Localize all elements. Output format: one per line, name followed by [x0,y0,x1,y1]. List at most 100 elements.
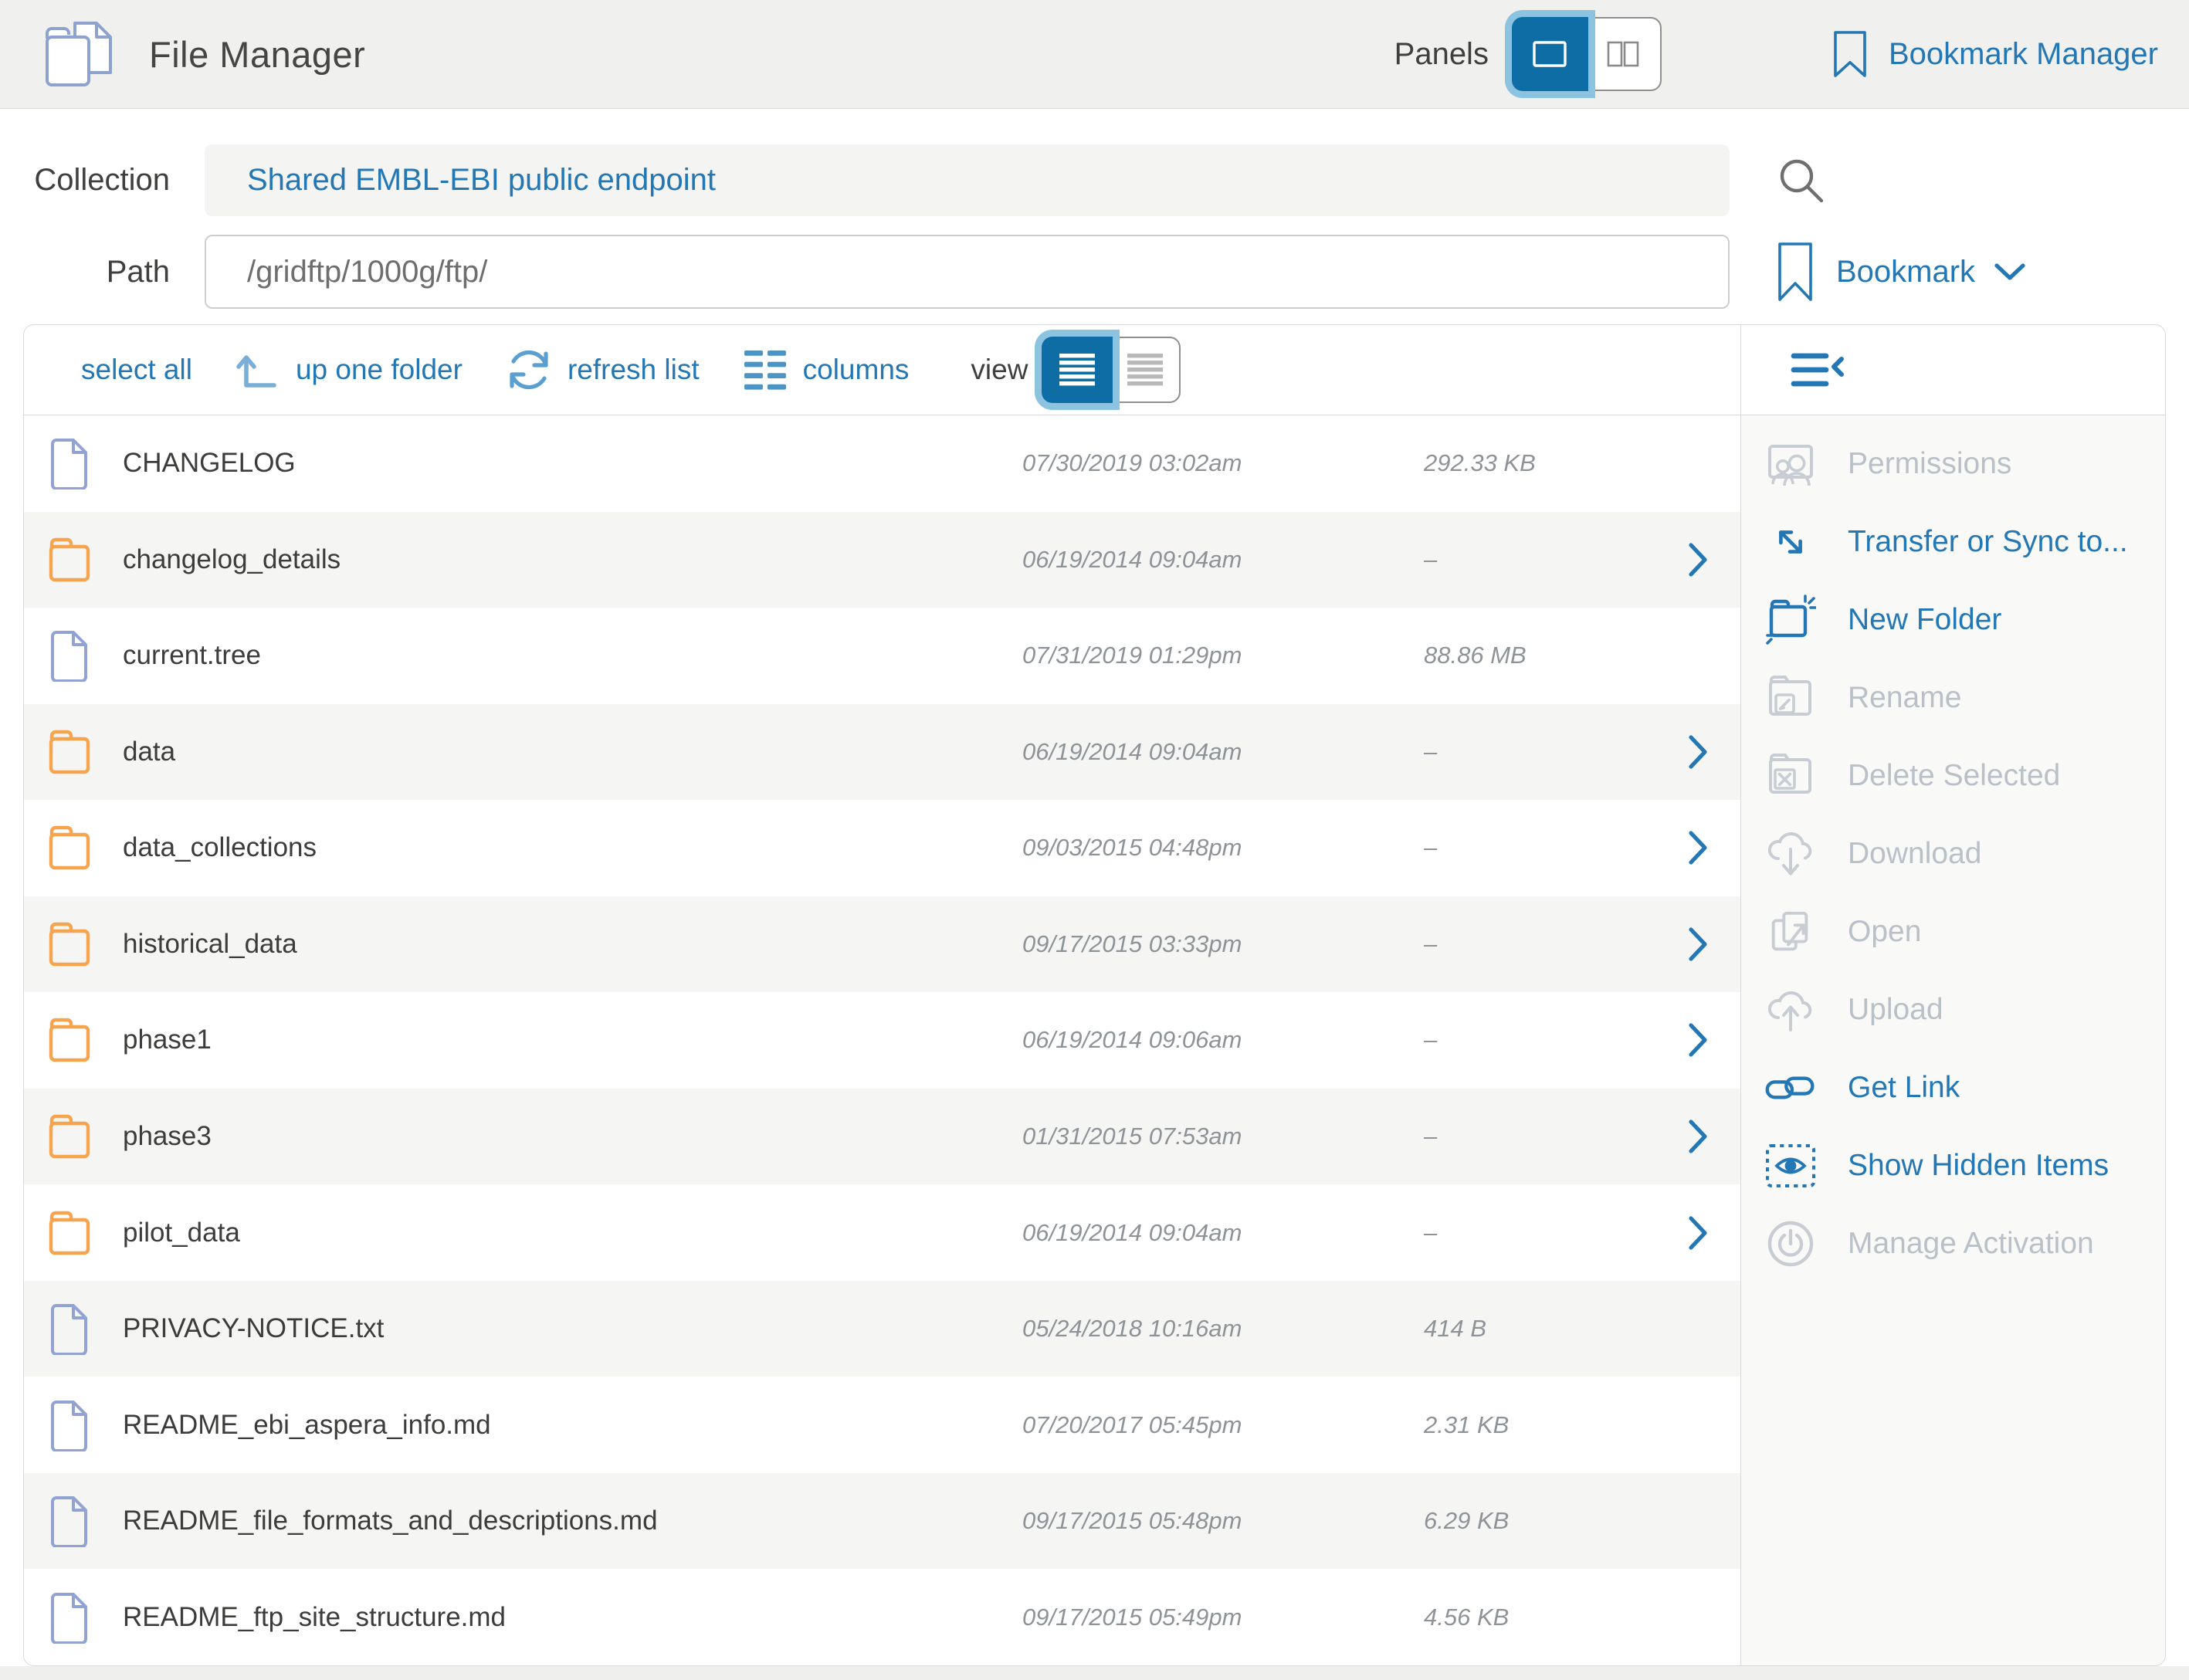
sidebar-item-new-folder[interactable]: New Folder [1741,581,2165,659]
table-row[interactable]: CHANGELOG 07/30/2019 03:02am 292.33 KB [24,415,1740,512]
bookmark-button[interactable]: Bookmark [1776,241,2026,303]
file-size: – [1424,546,1686,574]
file-name: data [123,737,1022,767]
sidebar-item-transfer-or-sync-to[interactable]: Transfer or Sync to... [1741,503,2165,581]
file-modified-date: 09/17/2015 03:33pm [1022,930,1424,958]
chevron-right-icon[interactable] [1686,828,1717,867]
refresh-icon [504,345,554,395]
action-sidebar: Permissions Transfer or Sync to... New F… [1740,415,2165,1665]
file-name: CHANGELOG [123,448,1022,479]
single-panel-button[interactable] [1512,17,1588,91]
table-row[interactable]: README_file_formats_and_descriptions.md … [24,1473,1740,1570]
sidebar-item-delete-selected: Delete Selected [1741,737,2165,815]
chevron-down-icon [1994,262,2026,282]
file-modified-date: 09/17/2015 05:49pm [1022,1604,1424,1631]
file-size: – [1424,1219,1686,1247]
page-title: File Manager [149,33,365,76]
transfer-icon [1764,516,1817,568]
chevron-right-icon[interactable] [1686,1117,1717,1156]
path-input[interactable] [205,235,1730,309]
up-one-folder-button[interactable]: up one folder [234,348,463,391]
file-name: pilot_data [123,1218,1022,1248]
chevron-right-icon[interactable] [1686,540,1717,579]
condensed-view-button[interactable] [1111,338,1179,401]
list-toolbar: select all up one folder refresh list co… [24,325,1740,415]
folder-icon [47,1209,92,1257]
file-name: README_file_formats_and_descriptions.md [123,1506,1022,1536]
search-icon[interactable] [1776,155,1827,206]
manage-activation-icon [1764,1218,1817,1270]
chevron-right-icon[interactable] [1686,1021,1717,1059]
table-row[interactable]: historical_data 09/17/2015 03:33pm – [24,896,1740,993]
columns-button[interactable]: columns [741,347,910,392]
table-row[interactable]: phase1 06/19/2014 09:06am – [24,992,1740,1089]
bookmark-icon [1776,241,1815,303]
permissions-icon [1764,438,1817,490]
sidebar-item-show-hidden-items[interactable]: Show Hidden Items [1741,1126,2165,1204]
file-modified-date: 07/20/2017 05:45pm [1022,1411,1424,1439]
file-name: current.tree [123,640,1022,671]
file-modified-date: 07/31/2019 01:29pm [1022,642,1424,669]
folder-icon [47,536,92,584]
dual-panel-button[interactable] [1587,19,1660,90]
table-row[interactable]: data 06/19/2014 09:04am – [24,704,1740,801]
up-folder-icon [234,348,282,391]
sidebar-item-download: Download [1741,815,2165,892]
select-all-button[interactable]: select all [81,354,192,386]
table-row[interactable]: README_ftp_site_structure.md 09/17/2015 … [24,1569,1740,1665]
refresh-list-button[interactable]: refresh list [504,345,700,395]
bookmark-manager-link[interactable]: Bookmark Manager [1832,29,2158,79]
file-icon [47,629,92,682]
table-row[interactable]: changelog_details 06/19/2014 09:04am – [24,512,1740,608]
file-icon [47,1302,92,1355]
file-size: – [1424,1123,1686,1150]
path-label: Path [0,255,170,290]
folder-icon [47,728,92,776]
table-row[interactable]: current.tree 07/31/2019 01:29pm 88.86 MB [24,608,1740,704]
view-label: view [971,354,1028,386]
collection-value: Shared EMBL-EBI public endpoint [247,163,716,198]
list-view-button[interactable] [1042,337,1113,403]
sidebar-item-manage-activation: Manage Activation [1741,1204,2165,1282]
file-name: phase1 [123,1025,1022,1055]
chevron-right-icon[interactable] [1686,925,1717,964]
file-size: 292.33 KB [1424,449,1686,477]
sidebar-item-open: Open [1741,892,2165,970]
condensed-view-icon [1127,354,1163,386]
file-size: 88.86 MB [1424,642,1686,669]
file-name: PRIVACY-NOTICE.txt [123,1313,1022,1344]
table-row[interactable]: PRIVACY-NOTICE.txt 05/24/2018 10:16am 41… [24,1281,1740,1377]
table-row[interactable]: phase3 01/31/2015 07:53am – [24,1089,1740,1185]
table-row[interactable]: pilot_data 06/19/2014 09:04am – [24,1184,1740,1281]
table-row[interactable]: README_ebi_aspera_info.md 07/20/2017 05:… [24,1377,1740,1473]
list-view-icon [1059,354,1095,386]
panels-label: Panels [1394,37,1489,72]
file-icon [47,1591,92,1644]
table-row[interactable]: data_collections 09/03/2015 04:48pm – [24,800,1740,896]
file-modified-date: 06/19/2014 09:04am [1022,738,1424,766]
main-content: Collection Shared EMBL-EBI public endpoi… [0,109,2189,1666]
app-header: File Manager Panels Bookmark Manager [0,0,2189,109]
bookmark-button-label: Bookmark [1836,255,1975,290]
file-size: – [1424,834,1686,862]
file-browser-panel: select all up one folder refresh list co… [23,324,2166,1666]
file-size: – [1424,1026,1686,1054]
bookmark-icon [1832,29,1869,79]
sidebar-item-get-link[interactable]: Get Link [1741,1048,2165,1126]
file-manager-icon [42,19,120,90]
file-icon [47,1399,92,1451]
new-folder-icon [1764,594,1817,646]
file-modified-date: 09/03/2015 04:48pm [1022,834,1424,862]
sidebar-item-rename: Rename [1741,659,2165,737]
collection-field[interactable]: Shared EMBL-EBI public endpoint [205,144,1730,216]
file-name: changelog_details [123,544,1022,575]
file-icon [47,437,92,489]
file-modified-date: 06/19/2014 09:04am [1022,546,1424,574]
chevron-right-icon[interactable] [1686,733,1717,771]
upload-icon [1764,984,1817,1036]
file-modified-date: 05/24/2018 10:16am [1022,1315,1424,1343]
open-icon [1764,906,1817,958]
collapse-sidebar-button[interactable] [1789,350,1848,390]
chevron-right-icon[interactable] [1686,1214,1717,1252]
file-name: phase3 [123,1121,1022,1152]
